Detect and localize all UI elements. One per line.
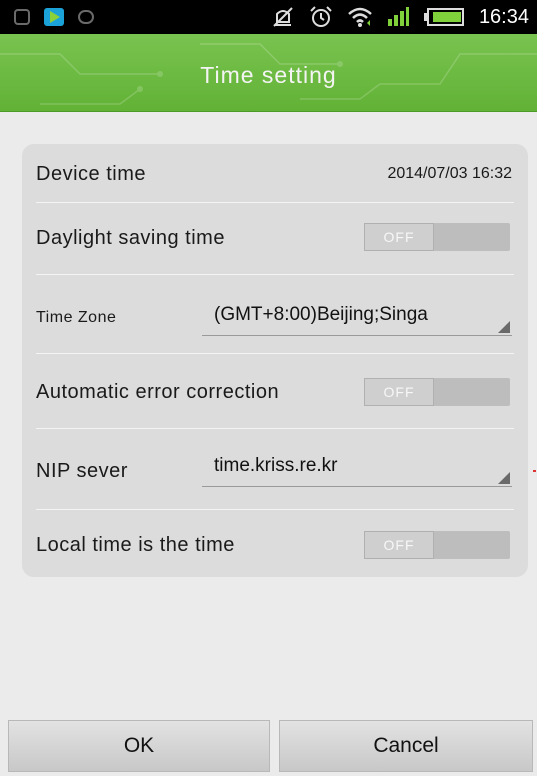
- local-time-label: Local time is the time: [36, 534, 235, 556]
- dropdown-arrow-icon: [498, 321, 510, 333]
- daylight-saving-toggle[interactable]: OFF: [364, 223, 510, 251]
- ntp-server-value: time.kriss.re.kr: [214, 455, 338, 476]
- time-zone-row: Time Zone (GMT+8:00)Beijing;Singa: [22, 275, 528, 353]
- local-time-toggle-knob: OFF: [364, 531, 434, 559]
- wifi-icon: [348, 7, 372, 27]
- battery-icon: [423, 8, 464, 26]
- daylight-saving-row: Daylight saving time OFF: [22, 203, 528, 274]
- auto-correction-toggle-knob: OFF: [364, 378, 434, 406]
- daylight-saving-toggle-knob: OFF: [364, 223, 434, 251]
- status-bar: 16:34: [0, 0, 537, 34]
- notification-area: [14, 8, 94, 26]
- ntp-server-label: NIP sever: [36, 460, 128, 482]
- decorative-mark: [533, 470, 536, 472]
- ok-button[interactable]: OK: [8, 720, 270, 772]
- title-bar: Time setting: [0, 34, 537, 112]
- auto-correction-row: Automatic error correction OFF: [22, 354, 528, 428]
- time-zone-dropdown[interactable]: (GMT+8:00)Beijing;Singa: [202, 302, 512, 336]
- time-settings-panel: Device time 2014/07/03 16:32 Daylight sa…: [22, 144, 528, 577]
- page-title: Time setting: [200, 62, 337, 88]
- device-time-label: Device time: [36, 163, 146, 185]
- mute-icon: [273, 7, 293, 27]
- device-time-row: Device time 2014/07/03 16:32: [22, 144, 528, 202]
- alarm-icon: [310, 6, 332, 27]
- daylight-saving-label: Daylight saving time: [36, 227, 225, 249]
- notification-icon-2: [78, 10, 94, 24]
- local-time-toggle[interactable]: OFF: [364, 531, 510, 559]
- ntp-server-row: NIP sever time.kriss.re.kr: [22, 429, 528, 509]
- auto-correction-toggle[interactable]: OFF: [364, 378, 510, 406]
- time-zone-label: Time Zone: [36, 309, 117, 326]
- notification-icon: [14, 9, 30, 25]
- dropdown-arrow-icon: [498, 472, 510, 484]
- time-zone-value: (GMT+8:00)Beijing;Singa: [214, 304, 428, 325]
- play-store-icon: [44, 8, 64, 26]
- auto-correction-label: Automatic error correction: [36, 381, 280, 403]
- signal-icon: [387, 7, 409, 26]
- clock: 16:34: [478, 5, 529, 28]
- ntp-server-dropdown[interactable]: time.kriss.re.kr: [202, 453, 512, 487]
- system-icons: 16:34: [271, 4, 529, 30]
- device-time-value: 2014/07/03 16:32: [387, 165, 512, 182]
- cancel-button[interactable]: Cancel: [279, 720, 533, 772]
- local-time-row: Local time is the time OFF: [22, 510, 528, 577]
